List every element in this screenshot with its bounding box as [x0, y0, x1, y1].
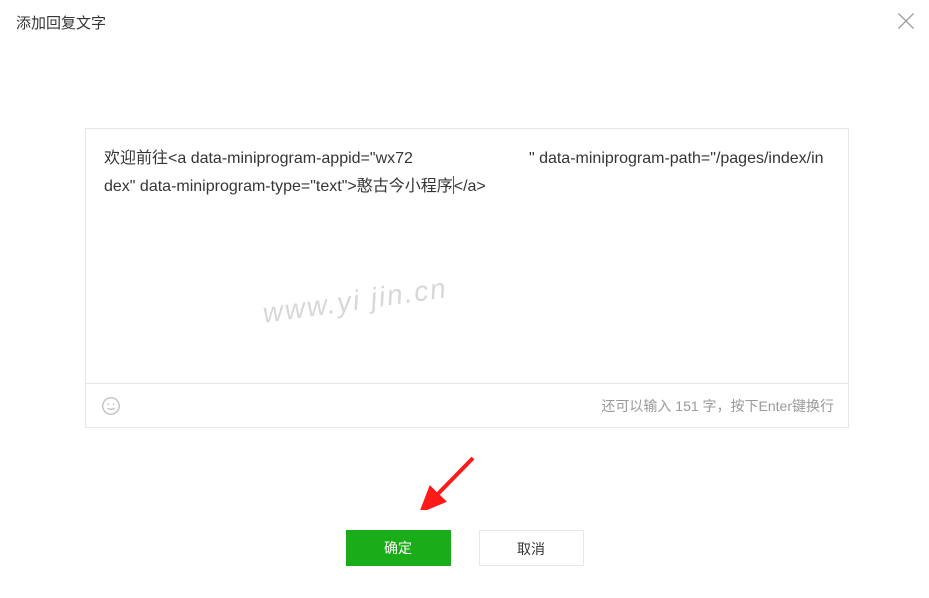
editor-text-prefix: 欢迎前往<a data-miniprogram-appid="wx72: [104, 150, 413, 167]
counter-prefix: 还可以输入: [601, 398, 675, 414]
editor-text-tail: </a>: [454, 178, 486, 195]
editor-footer: 还可以输入 151 字，按下Enter键换行: [86, 383, 848, 427]
reply-text-editor[interactable]: 欢迎前往<a data-miniprogram-appid="wx72" dat…: [85, 128, 849, 428]
modal-title: 添加回复文字: [16, 12, 106, 33]
editor-content-area[interactable]: 欢迎前往<a data-miniprogram-appid="wx72" dat…: [86, 129, 848, 383]
confirm-button[interactable]: 确定: [346, 530, 451, 566]
counter-suffix: 字，按下Enter键换行: [699, 398, 834, 414]
close-button[interactable]: [893, 8, 919, 34]
cancel-button[interactable]: 取消: [479, 530, 584, 566]
smile-icon: [100, 404, 122, 421]
emoji-button[interactable]: [100, 395, 122, 417]
char-counter: 还可以输入 151 字，按下Enter键换行: [601, 396, 834, 416]
annotation-arrow: [418, 450, 478, 510]
text-caret: [453, 176, 454, 194]
close-icon: [893, 21, 919, 38]
add-reply-text-modal: 添加回复文字 欢迎前往<a data-miniprogram-appid="wx…: [0, 0, 929, 598]
counter-count: 151: [675, 398, 698, 414]
modal-actions: 确定 取消: [0, 530, 929, 566]
